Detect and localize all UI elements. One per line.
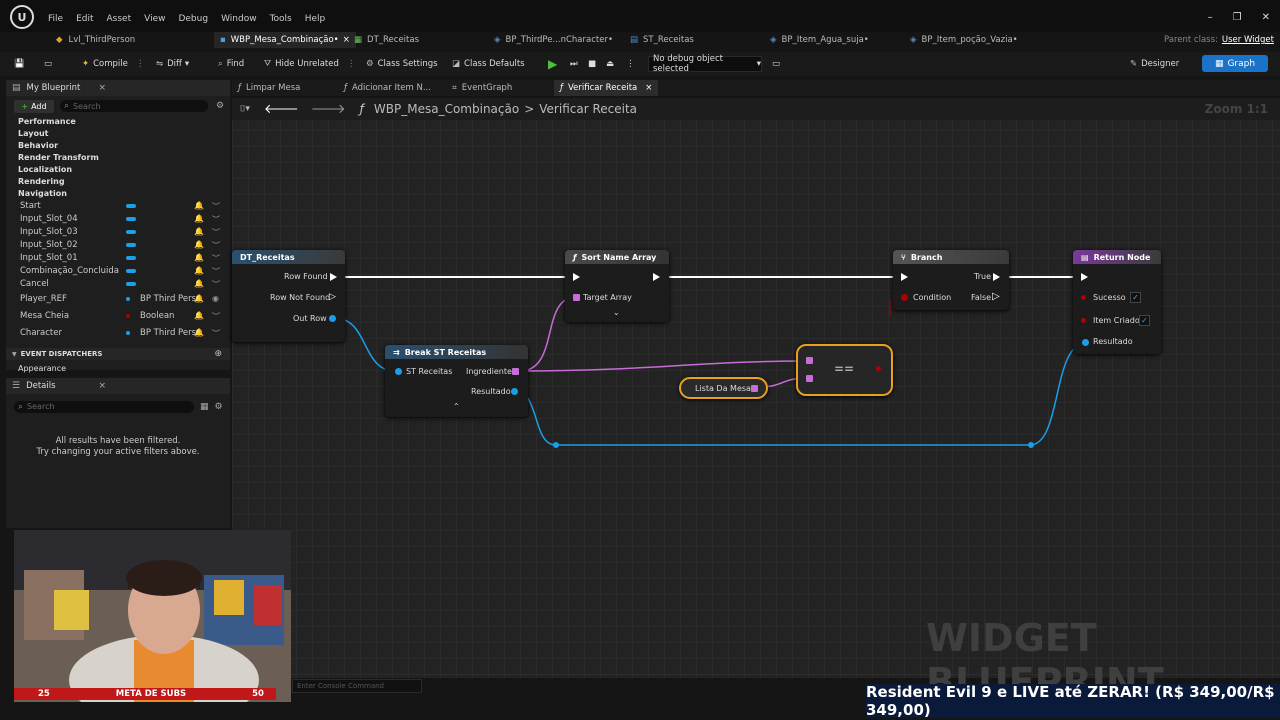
bool-in-pin[interactable] (1081, 318, 1086, 323)
array-wire (519, 360, 809, 372)
return-icon: ▤ (1081, 252, 1089, 262)
sucesso-checkbox[interactable]: ✓ (1130, 292, 1141, 303)
chevron-down-icon[interactable]: ⌄ (613, 308, 620, 317)
reroute-node (1028, 442, 1034, 448)
struct-out-pin[interactable] (511, 388, 518, 395)
console-input[interactable]: Enter Console Command (292, 679, 422, 693)
node-title: ⇉ Break ST Receitas (385, 345, 528, 359)
exec-out-pin[interactable]: ▷ (329, 292, 337, 302)
break-struct-icon: ⇉ (393, 347, 400, 357)
node-break-st-receitas[interactable]: ⇉ Break ST Receitas ST Receitas Ingredien… (385, 345, 528, 417)
array-in-pin-b[interactable] (806, 375, 813, 382)
node-title: ƒ Sort Name Array (565, 250, 669, 264)
bool-out-pin[interactable] (876, 366, 881, 371)
array-in-pin-a[interactable] (806, 357, 813, 364)
node-return[interactable]: ▤ Return Node Sucesso ✓ Item Criado ✓ Res… (1073, 250, 1161, 354)
exec-in-pin[interactable] (573, 273, 580, 281)
exec-in-pin[interactable] (1081, 273, 1088, 281)
node-sort-name-array[interactable]: ƒ Sort Name Array Target Array ⌄ (565, 250, 669, 322)
subs-goal-bar: 25 META DE SUBS 50 (14, 688, 276, 700)
webcam-image (14, 530, 291, 702)
node-title: ⑂ Branch (893, 250, 1009, 264)
reroute-node (553, 442, 559, 448)
exec-false-pin[interactable]: ▷ (992, 291, 1000, 302)
exec-out-pin[interactable] (330, 273, 337, 281)
webcam-overlay (14, 530, 291, 702)
node-title: ▤ Return Node (1073, 250, 1161, 264)
struct-in-pin[interactable] (395, 368, 402, 375)
function-icon: ƒ (573, 252, 577, 262)
subs-goal-current: 25 (38, 689, 50, 699)
node-get-data-table-row[interactable]: DT_Receitas Row Found Row Not Found ▷ Ou… (232, 250, 345, 342)
branch-icon: ⑂ (901, 252, 906, 262)
array-out-pin[interactable] (512, 368, 519, 375)
bool-in-pin[interactable] (901, 294, 908, 301)
struct-out-pin[interactable] (329, 315, 336, 322)
node-array-equal[interactable]: == (796, 344, 893, 396)
node-branch[interactable]: ⑂ Branch True Condition False ▷ (893, 250, 1009, 310)
exec-out-pin[interactable] (653, 273, 660, 281)
stream-goal-banner: Resident Evil 9 e LIVE até ZERAR! (R$ 34… (866, 683, 1280, 719)
item-criado-checkbox[interactable]: ✓ (1139, 315, 1150, 326)
node-title: DT_Receitas (232, 250, 345, 264)
bool-in-pin[interactable] (1081, 295, 1086, 300)
chevron-up-icon[interactable]: ⌃ (453, 402, 460, 411)
exec-in-pin[interactable] (901, 273, 908, 281)
node-get-lista-da-mesa[interactable]: Lista Da Mesa (679, 377, 768, 399)
subs-goal-target: 50 (252, 689, 264, 699)
array-in-pin[interactable] (573, 294, 580, 301)
subs-goal-label: META DE SUBS (115, 689, 187, 699)
exec-true-pin[interactable] (993, 273, 1000, 281)
struct-in-pin[interactable] (1082, 339, 1089, 346)
array-out-pin[interactable] (751, 385, 758, 392)
